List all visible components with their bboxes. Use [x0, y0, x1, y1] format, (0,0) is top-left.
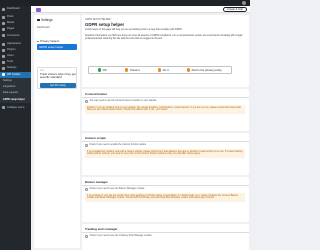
- gdpr-setup-helper-card: GDPR SETUP HELPER GDPR setup helper Foll…: [82, 15, 249, 87]
- sidebar-section-privacy-helpers[interactable]: Privacy helpers: [37, 39, 59, 43]
- section-tracking-tools-manager: Tracking tools manager Check if you need…: [82, 224, 249, 250]
- plugin-header: [31, 6, 250, 13]
- brush-icon: [2, 42, 5, 46]
- dashboard-icon: [2, 7, 5, 11]
- document-icon: [186, 68, 191, 72]
- section-check-text: Check if you need to use the Tracking To…: [89, 235, 153, 238]
- pro-tip-card: PRO Track visitors when they get specifi…: [37, 67, 77, 89]
- collapse-menu-button[interactable]: Collapse menu: [0, 105, 31, 111]
- section-title: Consent banner: [85, 92, 108, 96]
- check-icon: [98, 68, 102, 72]
- warning-icon: [125, 68, 129, 72]
- info-icon: [85, 235, 88, 238]
- info-icon: [85, 188, 88, 191]
- menu-label: Dashboard: [7, 6, 20, 10]
- menu-label: Posts: [7, 14, 14, 18]
- section-check-text: You may need to use the Consent banner m…: [89, 100, 158, 103]
- collapse-icon: [2, 106, 5, 110]
- sidebar-item-gdpr-setup-helper[interactable]: GDPR setup helper: [37, 44, 77, 50]
- section-note: If you installed any tracking code with …: [85, 149, 245, 158]
- submenu-label: Settings: [3, 78, 12, 82]
- section-check-line: Check if you need to enable the Custom S…: [85, 144, 147, 147]
- legend-fix: Fix it: [158, 68, 169, 72]
- menu-label: Media: [7, 21, 15, 25]
- menu-label: Pages: [7, 27, 15, 31]
- pro-tip-text: Track visitors when they get specific st…: [40, 72, 76, 80]
- pin-icon: [2, 15, 5, 19]
- page-title: GDPR setup helper: [85, 22, 125, 27]
- plug-icon: [2, 48, 5, 52]
- wrench-icon: [2, 61, 5, 65]
- settings-icon: [2, 67, 5, 71]
- menu-label: Tools: [7, 60, 14, 64]
- menu-label: Users: [7, 54, 14, 58]
- legend-label: OK: [102, 68, 107, 72]
- submenu-label: GDPR setup helper: [3, 97, 25, 101]
- section-title: Tracking tools manager: [85, 227, 118, 231]
- help-button[interactable]: Create & help: [223, 7, 247, 12]
- section-title: Banner manager: [85, 180, 108, 184]
- warning-icon: [158, 68, 162, 72]
- media-icon: [2, 21, 5, 25]
- attention-paragraph: Attention! Information you find here doe…: [85, 35, 243, 40]
- settings-sidebar: Settings Dashboard Privacy helpers GDPR …: [34, 15, 80, 248]
- section-check-text: Check if you need to enable the Custom S…: [89, 144, 147, 147]
- section-check-line: You may need to use the Consent banner m…: [85, 100, 157, 103]
- section-check-line: Check if you need to use the Tracking To…: [85, 235, 152, 238]
- shield-icon: [2, 73, 5, 77]
- legend-label: Check it: [129, 68, 140, 72]
- info-icon: [85, 144, 88, 147]
- menu-label: WP Cookie...: [7, 72, 23, 76]
- legend-check: Check it: [125, 68, 140, 72]
- eyebrow-label: GDPR SETUP HELPER: [85, 18, 111, 21]
- chevron-down-icon: [37, 40, 39, 42]
- get-pro-button[interactable]: Get Pro today: [40, 82, 76, 88]
- settings-icon: [37, 18, 40, 22]
- legend-label: Fix it: [162, 68, 169, 72]
- section-label: Privacy helpers: [40, 39, 60, 43]
- menu-label: Appearance: [7, 41, 21, 45]
- plugin-logo-icon: [36, 8, 41, 12]
- section-check-line: Check if you need to use the Banner Mana…: [85, 188, 145, 191]
- section-note: Enable it if you are tracking tools on y…: [85, 105, 245, 114]
- menu-label: Settings: [7, 66, 17, 70]
- status-legend: OK Check it Fix it Add to the privacy po…: [88, 66, 232, 74]
- section-consent-banner: Consent banner You may need to use the C…: [82, 89, 249, 131]
- sidebar-item-dashboard[interactable]: Dashboard: [37, 26, 50, 29]
- section-title: Custom scripts: [85, 136, 107, 140]
- user-avatar[interactable]: [242, 1, 246, 5]
- legend-policy: Add to the privacy policy: [186, 68, 222, 72]
- submenu-label: Data requests: [3, 91, 18, 95]
- section-check-text: Check if you need to use the Banner Mana…: [89, 188, 145, 191]
- menu-label: Comments: [7, 33, 20, 37]
- intro-paragraph: Follow steps on this page will help you …: [85, 29, 183, 31]
- settings-title-label: Settings: [41, 18, 53, 22]
- user-icon: [2, 54, 5, 58]
- section-custom-scripts: Custom scripts Check if you need to enab…: [82, 133, 249, 175]
- legend-label: Add to the privacy policy: [191, 68, 222, 72]
- menu-label: Collapse menu: [7, 105, 25, 109]
- settings-title: Settings: [37, 18, 53, 22]
- submenu-label: Integrations: [3, 85, 16, 89]
- info-icon: [85, 100, 88, 103]
- section-banner-manager: Banner manager Check if you need to use …: [82, 177, 249, 222]
- section-note: If you embed on your site any content fr…: [85, 193, 245, 202]
- page-icon: [2, 28, 5, 32]
- comment-icon: [2, 34, 5, 38]
- legend-ok: OK: [98, 68, 107, 72]
- menu-label: Plugins: [7, 47, 16, 51]
- admin-sidebar-menu: Dashboard Posts Media Pages Comments App…: [0, 6, 31, 250]
